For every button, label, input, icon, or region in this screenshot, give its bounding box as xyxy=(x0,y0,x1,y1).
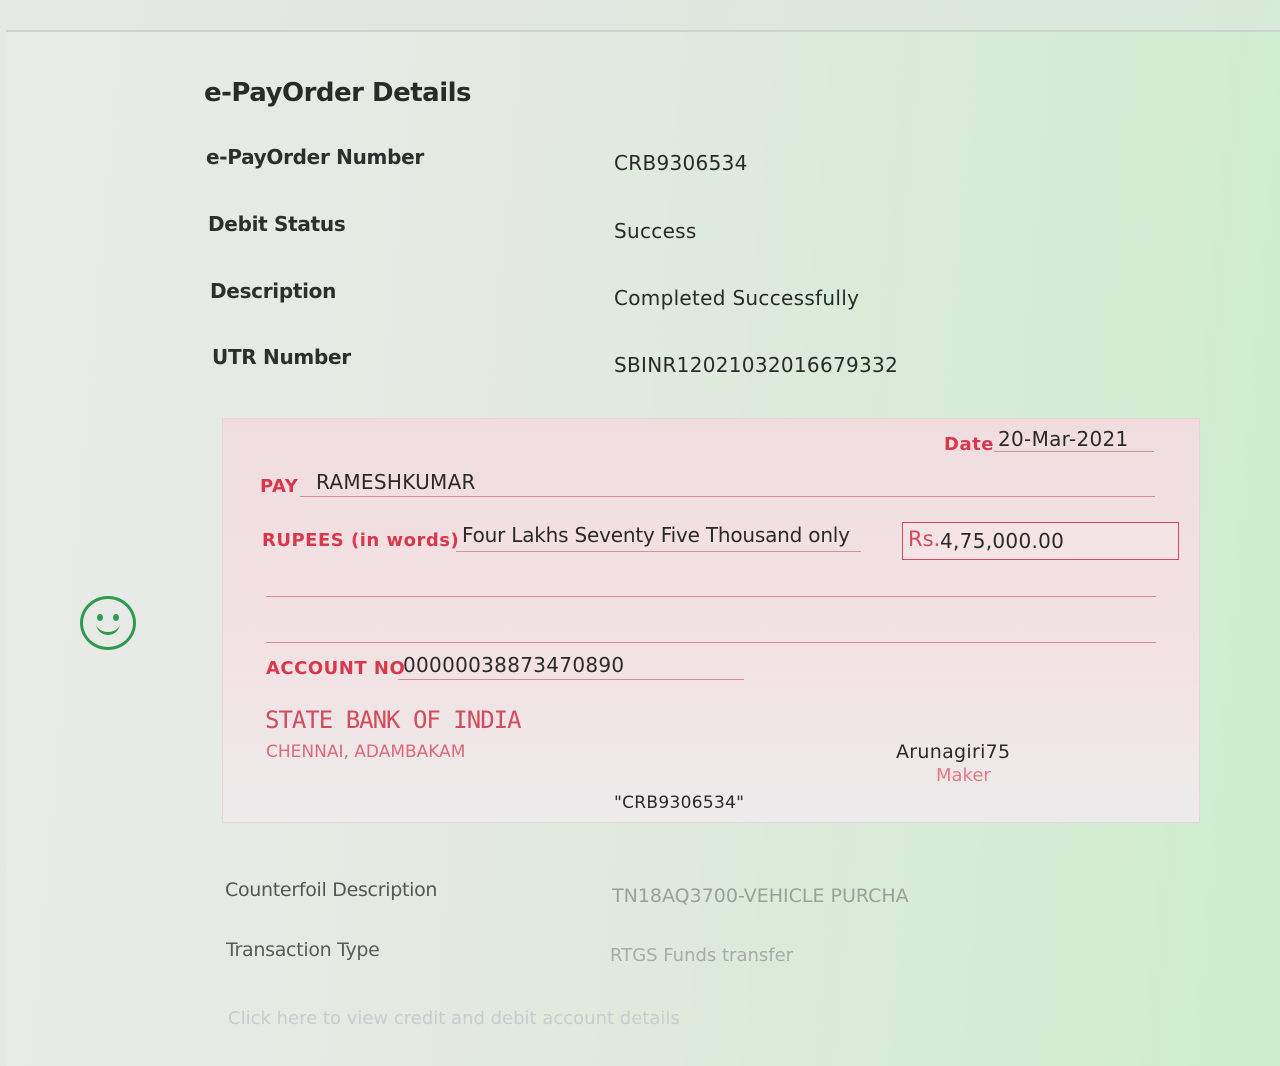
view-account-details-link[interactable]: Click here to view credit and debit acco… xyxy=(228,1008,680,1029)
bank-name: STATE BANK OF INDIA xyxy=(265,706,522,734)
utr-number-label: UTR Number xyxy=(212,345,351,369)
signer-role: Maker xyxy=(936,765,991,786)
amount-words-line xyxy=(456,551,861,552)
cheque-date-label: Date xyxy=(944,434,994,455)
counterfoil-description-value: TN18AQ3700-VEHICLE PURCHA xyxy=(612,885,909,907)
pay-line xyxy=(300,496,1155,497)
account-number-value: 00000038873470890 xyxy=(403,653,625,677)
pay-label: PAY xyxy=(260,476,299,497)
transaction-type-label: Transaction Type xyxy=(226,939,380,961)
description-label: Description xyxy=(210,279,337,303)
amount-in-words: Four Lakhs Seventy Five Thousand only xyxy=(462,523,850,547)
payee-name: RAMESHKUMAR xyxy=(316,470,476,494)
bank-branch: CHENNAI, ADAMBAKAM xyxy=(266,742,466,762)
transaction-type-value: RTGS Funds transfer xyxy=(610,945,794,966)
counterfoil-description-label: Counterfoil Description xyxy=(225,879,438,901)
blank-line-1 xyxy=(266,596,1156,597)
rs-label: Rs. xyxy=(908,527,941,551)
account-line xyxy=(398,679,744,680)
signer-name: Arunagiri75 xyxy=(896,741,1011,763)
utr-number-value: SBINR12021032016679332 xyxy=(614,353,899,377)
debit-status-value: Success xyxy=(614,219,697,243)
epayorder-number-label: e-PayOrder Number xyxy=(206,145,424,169)
smiley-mouth xyxy=(96,619,120,635)
amount-figure: 4,75,000.00 xyxy=(940,529,1065,553)
blank-line-2 xyxy=(266,642,1156,643)
page-title: e-PayOrder Details xyxy=(204,78,472,108)
description-value: Completed Successfully xyxy=(614,286,860,310)
rupees-label: RUPEES (in words) xyxy=(262,530,460,551)
cheque-reference: "CRB9306534" xyxy=(614,793,745,813)
date-line xyxy=(994,451,1154,452)
debit-status-label: Debit Status xyxy=(208,212,346,236)
epayorder-number-value: CRB9306534 xyxy=(614,151,748,175)
smiley-face-icon xyxy=(80,596,136,650)
account-no-label: ACCOUNT NO xyxy=(266,658,406,679)
cheque-date-value: 20-Mar-2021 xyxy=(998,427,1129,451)
